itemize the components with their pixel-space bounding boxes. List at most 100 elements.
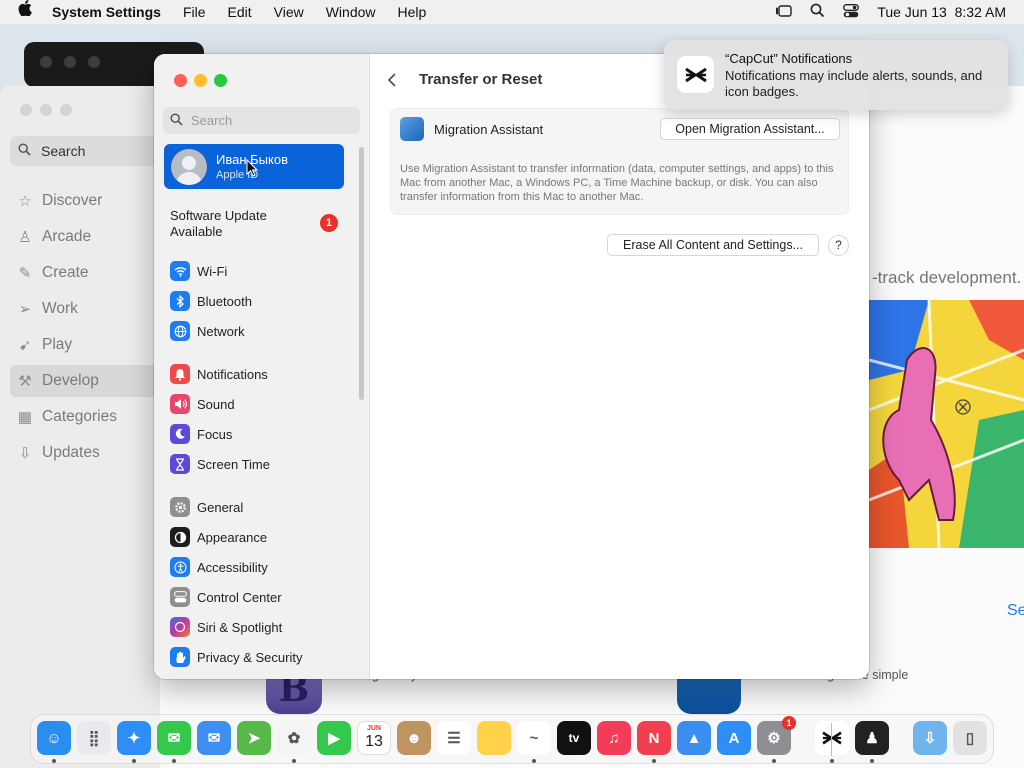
appearance-icon <box>170 527 190 547</box>
appstore-icon[interactable]: A <box>717 721 751 755</box>
sidebar-item-label: Wi-Fi <box>197 263 228 279</box>
help-button[interactable]: ? <box>828 235 849 256</box>
control-center-icon[interactable] <box>843 3 860 21</box>
featured-tagline: -track development. <box>872 268 1022 287</box>
menu-window[interactable]: Window <box>326 4 376 20</box>
sidebar-item-general[interactable]: General <box>170 495 350 519</box>
search-placeholder: Search <box>41 143 86 159</box>
messages-icon[interactable]: ✉ <box>157 721 191 755</box>
freeform-icon[interactable]: ~ <box>517 721 551 755</box>
music-icon[interactable]: ♫ <box>597 721 631 755</box>
menu-help[interactable]: Help <box>398 4 427 20</box>
minimize-button[interactable] <box>40 104 52 116</box>
menu-edit[interactable]: Edit <box>228 4 252 20</box>
menu-file[interactable]: File <box>183 4 206 20</box>
reminders-icon[interactable]: ☰ <box>437 721 471 755</box>
sidebar-item-label: Bluetooth <box>197 293 252 309</box>
keynote-icon[interactable]: ▲ <box>677 721 711 755</box>
nav-discover[interactable]: ☆ Discover <box>16 185 164 217</box>
software-update-row[interactable]: Software Update Available <box>170 208 267 240</box>
sidebar-item-siri-spotlight[interactable]: Siri & Spotlight <box>170 615 350 639</box>
nav-label: Arcade <box>42 228 92 245</box>
bluetooth-icon <box>170 291 190 311</box>
nav-arcade[interactable]: ♙ Arcade <box>16 221 164 253</box>
sidebar-item-privacy-security[interactable]: Privacy & Security <box>170 645 350 669</box>
downloads-folder-icon[interactable]: ⇩ <box>913 721 947 755</box>
sidebar-item-bluetooth[interactable]: Bluetooth <box>170 289 350 313</box>
safari-icon[interactable]: ✦ <box>117 721 151 755</box>
nav-updates[interactable]: ⇩ Updates <box>16 437 164 469</box>
tv-icon[interactable]: tv <box>557 721 591 755</box>
running-indicator <box>652 759 656 763</box>
zoom-button[interactable] <box>60 104 72 116</box>
mail-icon[interactable]: ✉ <box>197 721 231 755</box>
close-button[interactable] <box>174 74 187 87</box>
back-button[interactable] <box>387 72 397 93</box>
sidebar-item-control-center[interactable]: Control Center <box>170 585 350 609</box>
erase-all-content-button[interactable]: Erase All Content and Settings... <box>607 234 819 256</box>
menu-view[interactable]: View <box>274 4 304 20</box>
notes-icon[interactable] <box>477 721 511 755</box>
sidebar-item-sound[interactable]: Sound <box>170 392 350 416</box>
accessibility-icon <box>170 557 190 577</box>
sidebar-item-notifications[interactable]: Notifications <box>170 362 350 386</box>
hand-icon <box>170 647 190 667</box>
spotlight-icon[interactable] <box>810 3 825 21</box>
search-icon <box>18 143 31 159</box>
star-icon: ☆ <box>18 193 32 210</box>
minimize-button[interactable] <box>194 74 207 87</box>
see-all-link[interactable]: Se <box>1007 602 1024 620</box>
search-placeholder: Search <box>191 113 233 128</box>
nav-create[interactable]: ✎ Create <box>16 257 164 289</box>
notification-banner[interactable]: “CapCut” Notifications Notifications may… <box>664 40 1008 110</box>
nav-categories[interactable]: ▦ Categories <box>16 401 164 433</box>
settings-sidebar: Search Иван Быков Apple ID Software Upda… <box>154 54 370 679</box>
sidebar-item-accessibility[interactable]: Accessibility <box>170 555 350 579</box>
settings-search[interactable]: Search <box>163 107 360 134</box>
featured-artwork[interactable] <box>869 300 1024 548</box>
sidebar-item-label: Screen Time <box>197 456 270 472</box>
settings-gear-icon[interactable]: ⚙ 1 <box>757 716 796 755</box>
running-indicator <box>172 759 176 763</box>
system-settings-window: Search Иван Быков Apple ID Software Upda… <box>154 54 869 679</box>
notification-body: Notifications may include alerts, sounds… <box>725 68 983 99</box>
launchpad-icon[interactable]: ⣿ <box>77 721 111 755</box>
tuxedo-icon[interactable]: ♟ <box>855 721 889 755</box>
calendar-icon[interactable]: JUN 13 <box>357 721 391 755</box>
menu-clock[interactable]: Tue Jun 13 8:32 AM <box>877 4 1006 20</box>
trash-icon[interactable]: ▯ <box>953 721 987 755</box>
running-indicator <box>132 759 136 763</box>
open-migration-assistant-button[interactable]: Open Migration Assistant... <box>660 118 840 140</box>
migration-assistant-icon <box>400 117 424 141</box>
running-indicator <box>52 759 56 763</box>
nav-play[interactable]: ➹ Play <box>16 329 164 361</box>
sidebar-item-screen-time[interactable]: Screen Time <box>170 452 350 476</box>
stage-manager-icon[interactable] <box>775 4 793 21</box>
finder-icon[interactable]: ☺ <box>37 721 71 755</box>
sidebar-scrollbar[interactable] <box>359 147 364 400</box>
calendar-day: 13 <box>365 733 383 750</box>
photos-icon[interactable]: ✿ <box>277 721 311 755</box>
joystick-icon: ♙ <box>18 229 32 246</box>
maps-icon[interactable]: ➤ <box>237 721 271 755</box>
nav-work[interactable]: ➢ Work <box>16 293 164 325</box>
speaker-icon <box>170 394 190 414</box>
news-icon[interactable]: N <box>637 721 671 755</box>
hammer-icon: ⚒ <box>18 373 32 390</box>
sidebar-item-network[interactable]: Network <box>170 319 350 343</box>
migration-assistant-label: Migration Assistant <box>434 122 544 137</box>
nav-label: Work <box>42 300 78 317</box>
sidebar-item-focus[interactable]: Focus <box>170 422 350 446</box>
app-menu[interactable]: System Settings <box>52 4 161 20</box>
nav-develop[interactable]: ⚒ Develop <box>10 365 158 397</box>
close-button[interactable] <box>20 104 32 116</box>
apple-logo-icon[interactable] <box>18 0 32 24</box>
sidebar-item-appearance[interactable]: Appearance <box>170 525 350 549</box>
sidebar-item-wifi[interactable]: Wi-Fi <box>170 259 350 283</box>
zoom-button[interactable] <box>214 74 227 87</box>
running-indicator <box>772 759 776 763</box>
contacts-icon[interactable]: ☻ <box>397 721 431 755</box>
capcut-icon[interactable] <box>815 721 849 755</box>
grid-icon: ▦ <box>17 409 33 426</box>
facetime-icon[interactable]: ▶ <box>317 721 351 755</box>
